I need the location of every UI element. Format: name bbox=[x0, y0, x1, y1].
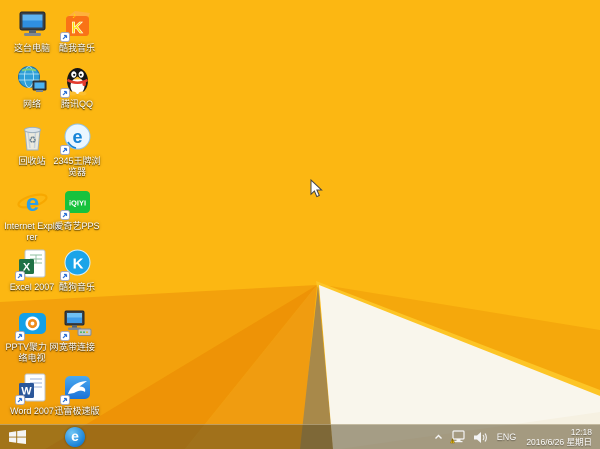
network-icon bbox=[16, 64, 49, 97]
shortcut-arrow-icon bbox=[59, 32, 70, 42]
desktop-icon-2345-browser[interactable]: e 2345王牌浏览器 bbox=[47, 121, 107, 178]
shortcut-arrow-icon bbox=[59, 271, 70, 281]
kuwo-music-icon: ♪ K bbox=[59, 8, 94, 42]
start-button[interactable] bbox=[0, 425, 34, 449]
shortcut-arrow-icon bbox=[59, 395, 70, 405]
network-warning-icon: ! bbox=[449, 430, 465, 444]
this-pc-icon bbox=[16, 8, 49, 41]
desktop-icon-broadband[interactable]: 宽带连接 bbox=[47, 307, 107, 353]
icon-label: 酷狗音乐 bbox=[58, 282, 95, 292]
kugou-music-icon: K bbox=[59, 247, 94, 281]
taskbar: e ! ENG 12:18 2016/6/26 星期日 bbox=[0, 424, 600, 449]
icon-label: 迅雷极速版 bbox=[54, 406, 100, 416]
excel-2007-icon: X bbox=[14, 247, 49, 281]
svg-text:♻: ♻ bbox=[28, 135, 36, 145]
svg-text:♪: ♪ bbox=[72, 11, 76, 20]
desktop: 这台电脑 ♪ K 酷我音乐 网络 腾讯QQ ♻ 回收站 e 2345王牌浏览器 … bbox=[0, 0, 600, 449]
tray-time: 12:18 bbox=[570, 427, 592, 437]
shortcut-arrow-icon bbox=[14, 271, 25, 281]
show-hidden-icons-button[interactable] bbox=[430, 425, 447, 449]
thunder-icon bbox=[59, 371, 94, 405]
recycle-bin-icon: ♻ bbox=[16, 121, 49, 154]
svg-text:K: K bbox=[72, 256, 83, 273]
iqiyi-pps-icon: iQIYI bbox=[59, 186, 94, 220]
desktop-icon-kugou-music[interactable]: K 酷狗音乐 bbox=[47, 247, 107, 293]
desktop-icon-tencent-qq[interactable]: 腾讯QQ bbox=[47, 64, 107, 110]
shortcut-arrow-icon bbox=[14, 331, 25, 341]
svg-text:K: K bbox=[71, 20, 83, 37]
broadband-icon bbox=[59, 307, 94, 341]
tencent-qq-icon bbox=[59, 64, 94, 98]
desktop-icon-thunder[interactable]: 迅雷极速版 bbox=[47, 371, 107, 417]
word-2007-icon: W bbox=[14, 371, 49, 405]
language-indicator[interactable]: ENG bbox=[491, 425, 523, 449]
network-status-button[interactable]: ! bbox=[447, 425, 470, 449]
browser-e-icon: e bbox=[65, 427, 85, 447]
desktop-icon-kuwo-music[interactable]: ♪ K 酷我音乐 bbox=[47, 8, 107, 54]
shortcut-arrow-icon bbox=[14, 395, 25, 405]
tray-date: 2016/6/26 星期日 bbox=[526, 437, 592, 447]
svg-text:e: e bbox=[72, 127, 82, 147]
shortcut-arrow-icon bbox=[59, 88, 70, 98]
shortcut-arrow-icon bbox=[59, 331, 70, 341]
icon-label: 2345王牌浏览器 bbox=[53, 156, 101, 177]
language-label: ENG bbox=[496, 432, 517, 442]
icon-label: 酷我音乐 bbox=[58, 43, 95, 53]
chevron-up-icon bbox=[434, 434, 442, 439]
shortcut-arrow-icon bbox=[59, 210, 70, 220]
taskbar-pinned-browser[interactable]: e bbox=[58, 425, 92, 449]
volume-button[interactable] bbox=[470, 425, 491, 449]
2345-browser-icon: e bbox=[59, 121, 94, 155]
icon-label: 爱奇艺PPS bbox=[54, 221, 100, 231]
icon-label: 宽带连接 bbox=[58, 342, 95, 352]
pptv-icon bbox=[14, 307, 49, 341]
windows-logo-icon bbox=[8, 430, 26, 444]
speaker-icon bbox=[473, 431, 487, 443]
icon-label: 腾讯QQ bbox=[60, 99, 93, 109]
system-tray: ! ENG 12:18 2016/6/26 星期日 bbox=[430, 425, 600, 449]
internet-explorer-icon: e bbox=[16, 186, 49, 219]
svg-text:e: e bbox=[25, 190, 38, 217]
svg-text:iQIYI: iQIYI bbox=[68, 199, 85, 208]
desktop-icon-iqiyi-pps[interactable]: iQIYI 爱奇艺PPS bbox=[47, 186, 107, 232]
tray-clock[interactable]: 12:18 2016/6/26 星期日 bbox=[522, 427, 600, 447]
mouse-cursor bbox=[310, 178, 323, 203]
shortcut-arrow-icon bbox=[59, 145, 70, 155]
